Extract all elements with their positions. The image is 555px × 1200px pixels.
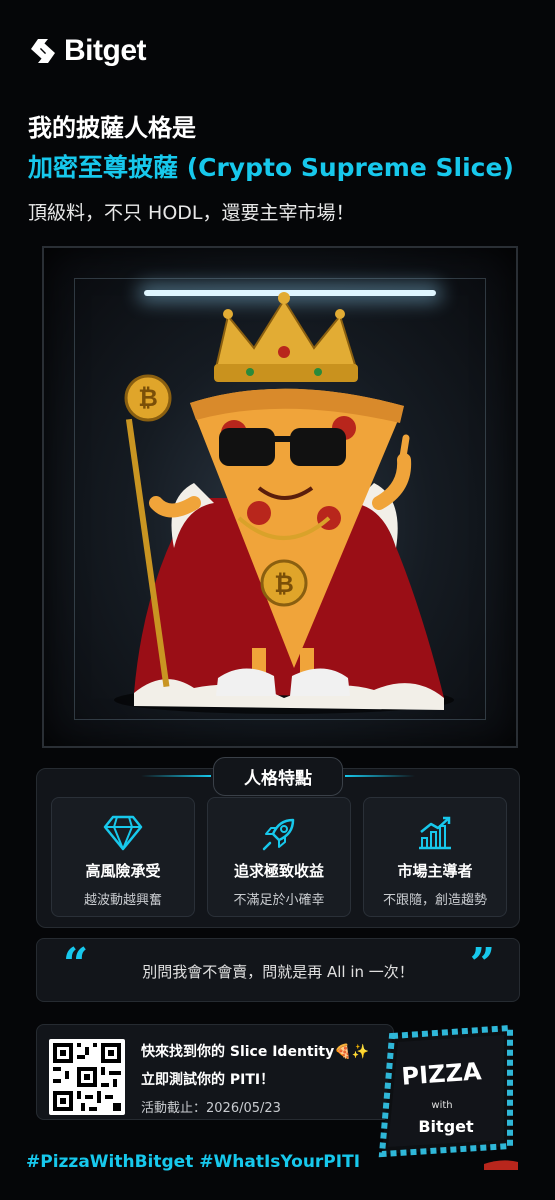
qr-code-icon	[53, 1043, 121, 1111]
traits-divider-right	[345, 775, 415, 777]
cta-card: 快來找到你的 Slice Identity🍕✨ 立即測試你的 PITI！ 活動截…	[36, 1024, 394, 1120]
pizza-box-with: with	[431, 1100, 452, 1111]
brand-logo: Bitget	[28, 34, 147, 68]
brand-name: Bitget	[64, 34, 147, 67]
quote-text: 別問我會不會賣，問就是再 All in 一次！	[142, 963, 414, 981]
trait-card-high-risk: 高風險承受 越波動越興奮	[51, 797, 195, 917]
bitget-arrows-icon	[31, 39, 55, 63]
qr-code[interactable]	[49, 1039, 125, 1115]
trait-title: 追求極致收益	[233, 862, 324, 880]
hashtags: #PizzaWithBitget #WhatIsYourPITI	[26, 1152, 361, 1172]
pizza-box-title: PIZZA	[401, 1057, 483, 1091]
trait-desc: 不跟隨，創造趨勢	[382, 893, 487, 908]
personality-tagline: 頂級料，不只 HODL，還要主宰市場！	[28, 202, 355, 224]
pizza-box-brand: Bitget	[418, 1117, 474, 1136]
result-intro: 我的披薩人格是	[28, 114, 196, 142]
traits-divider-left	[141, 775, 211, 777]
personality-name: 加密至尊披薩 (Crypto Supreme Slice)	[28, 153, 514, 182]
trait-card-market-leader: 市場主導者 不跟隨，創造趨勢	[363, 797, 507, 917]
trait-desc: 越波動越興奮	[83, 893, 162, 908]
event-deadline: 活動截止：2026/05/23	[141, 1101, 281, 1116]
cta-subline: 立即測試你的 PITI！	[141, 1072, 275, 1088]
diamond-icon	[103, 815, 143, 851]
trait-desc: 不滿足於小確幸	[233, 893, 325, 908]
trait-card-max-returns: 追求極致收益 不滿足於小確幸	[207, 797, 351, 917]
trait-title: 市場主導者	[397, 862, 473, 880]
svg-text:₿: ₿	[138, 384, 158, 412]
pizza-box-icon: PIZZA with Bitget	[378, 1024, 518, 1170]
traits-panel: 人格特點 高風險承受 越波動越興奮 追求極致收益 不滿足於小確幸 市場主導者 不…	[36, 757, 520, 928]
svg-text:₿: ₿	[274, 570, 294, 598]
quote-card: “ 別問我會不會賣，問就是再 All in 一次！ ”	[36, 938, 520, 1002]
rising-chart-icon	[419, 816, 451, 850]
traits-title: 人格特點	[213, 757, 343, 796]
pizza-king-illustration: ₿ ₿	[114, 292, 454, 714]
close-quote-icon: ”	[469, 939, 495, 990]
pizza-king-showcase: ₿ ₿	[42, 246, 518, 748]
trait-title: 高風險承受	[85, 862, 161, 880]
pizza-box-graphic: PIZZA with Bitget	[374, 1022, 518, 1172]
cta-headline: 快來找到你的 Slice Identity🍕✨	[141, 1044, 370, 1060]
rocket-icon	[262, 818, 295, 851]
